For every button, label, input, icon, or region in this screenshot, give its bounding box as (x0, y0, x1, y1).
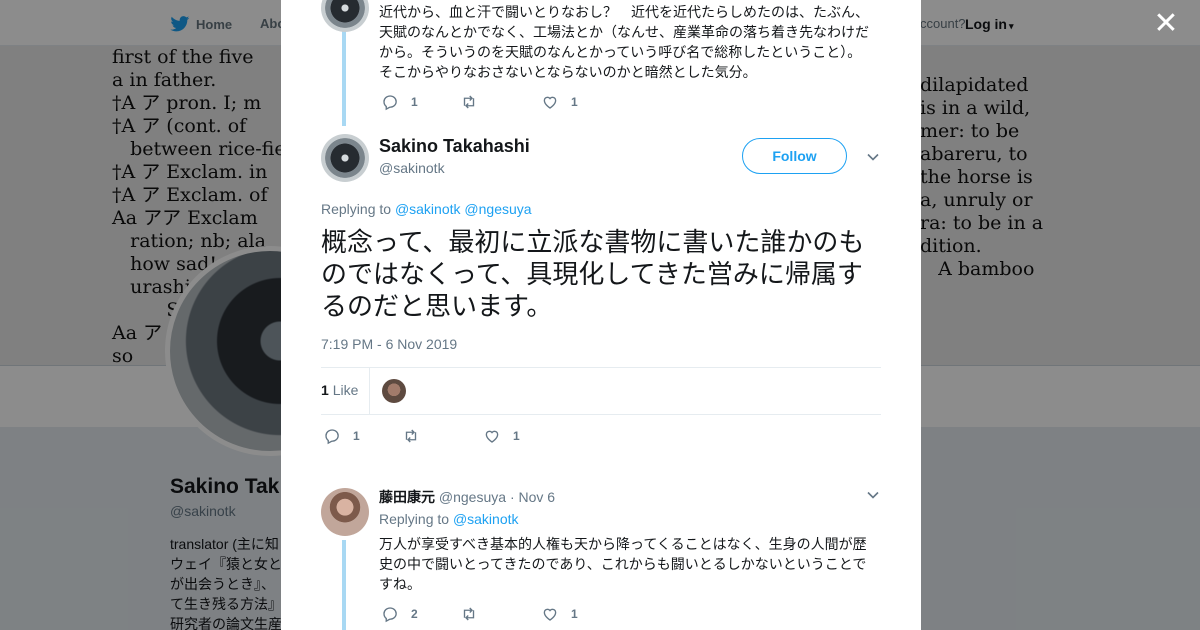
likes-label: Like (332, 382, 359, 398)
replying-link-ngesuya[interactable]: @ngesuya (464, 201, 531, 217)
reply-tweet-text: 万人が享受すべき基本的人権も天から降ってくることはなく、生身の人間が歴 史の中で… (379, 534, 879, 594)
prev-reply-count: 1 (411, 95, 418, 109)
reply-reply-button[interactable]: 2 (381, 605, 418, 623)
heart-icon (543, 608, 557, 621)
reply-like-count: 1 (571, 607, 578, 621)
main-replying-to: Replying to @sakinotk @ngesuya (321, 201, 532, 217)
retweet-icon (463, 95, 475, 109)
main-tweet-timestamp[interactable]: 7:19 PM - 6 Nov 2019 (321, 336, 457, 352)
prev-tweet-text: 近代から、血と汗で闘いとりなおし？ 近代を近代たらしめたのは、たぶん、 天賦のな… (379, 2, 879, 82)
reply-icon (383, 95, 397, 111)
replying-prefix: Replying to (379, 511, 450, 527)
prev-tweet-line: から。そういうのを天賦のなんとかっていう呼び名で総称したということ）。 (379, 44, 862, 60)
heart-icon (543, 96, 557, 109)
reply-reply-count: 2 (411, 607, 418, 621)
divider (321, 367, 881, 368)
divider (369, 368, 370, 414)
divider (321, 414, 881, 415)
main-tweet-author-name[interactable]: Sakino Takahashi (379, 136, 530, 157)
reply-tweet-header: 藤田康元 @ngesuya · Nov 6 (379, 487, 555, 507)
main-tweet-author-handle[interactable]: @sakinotk (379, 160, 445, 176)
reply-author-handle[interactable]: @ngesuya (439, 489, 506, 505)
close-icon[interactable]: ✕ (1152, 9, 1180, 39)
prev-tweet-line: そこからやりなおさないとならないのかと暗然とした気分。 (379, 64, 757, 80)
main-tweet-avatar[interactable] (321, 134, 369, 182)
main-reply-count: 1 (353, 429, 360, 443)
prev-tweet-line: 天賦のなんとかでなく、工場法とか（なんせ、産業革命の落ち着き先なわけだ (379, 24, 869, 40)
reply-icon (383, 607, 397, 623)
thread-line (342, 30, 346, 126)
follow-button[interactable]: Follow (742, 138, 847, 174)
prev-like-button[interactable]: 1 (541, 93, 578, 111)
replying-link-sakinotk[interactable]: @sakinotk (395, 201, 461, 217)
prev-reply-button[interactable]: 1 (381, 93, 418, 111)
reply-tweet-line: 万人が享受すべき基本的人権も天から降ってくることはなく、生身の人間が歴 (379, 536, 867, 552)
chevron-down-icon[interactable] (865, 487, 881, 503)
likes-summary[interactable]: 1 Like (321, 382, 358, 398)
main-like-count: 1 (513, 429, 520, 443)
liker-avatar[interactable] (382, 379, 406, 403)
reply-author-name[interactable]: 藤田康元 (379, 489, 435, 505)
prev-like-count: 1 (571, 95, 578, 109)
likes-number: 1 (321, 382, 329, 398)
replying-prefix: Replying to (321, 201, 392, 217)
main-like-button[interactable]: 1 (483, 427, 520, 445)
reply-like-button[interactable]: 1 (541, 605, 578, 623)
main-reply-button[interactable]: 1 (323, 427, 360, 445)
main-tweet-text: 概念って、最初に立派な書物に書いた誰かのものではなくって、具現化してきた営みに帰… (321, 227, 865, 321)
replying-link-sakinotk[interactable]: @sakinotk (453, 511, 519, 527)
reply-tweet-avatar[interactable] (321, 488, 369, 536)
reply-tweet-line: 史の中で闘いとってきたのであり、これからも闘いとるしかないということで (379, 556, 867, 572)
thread-line (342, 540, 346, 630)
reply-replying-to: Replying to @sakinotk (379, 511, 519, 527)
reply-retweet-button[interactable] (460, 605, 478, 623)
reply-date[interactable]: · Nov 6 (510, 489, 555, 505)
retweet-icon (463, 607, 475, 621)
chevron-down-icon[interactable] (865, 149, 881, 165)
retweet-icon (405, 429, 417, 443)
prev-retweet-button[interactable] (460, 93, 478, 111)
heart-icon (485, 430, 499, 443)
prev-tweet-line: 近代から、血と汗で闘いとりなおし？ 近代を近代たらしめたのは、たぶん、 (379, 4, 869, 20)
reply-icon (325, 429, 339, 445)
reply-tweet-line: すね。 (379, 576, 421, 592)
main-retweet-button[interactable] (402, 427, 420, 445)
